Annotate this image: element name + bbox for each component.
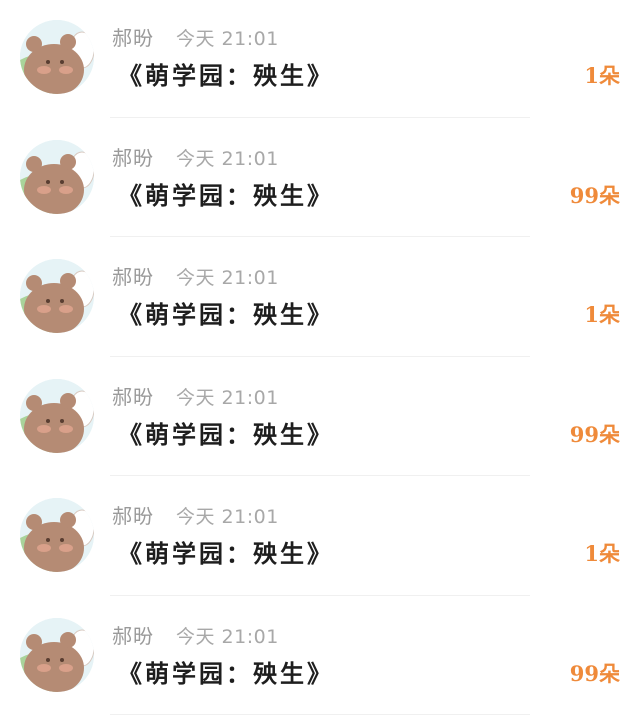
message-item[interactable]: 郝昐 今天 21:01 《萌学园：殃生》 99朵 xyxy=(0,598,640,718)
timestamp: 今天 21:01 xyxy=(176,386,279,409)
message-title: 《萌学园：殃生》 xyxy=(118,300,334,329)
message-title: 《萌学园：殃生》 xyxy=(118,180,334,210)
bear-avatar-icon[interactable] xyxy=(20,139,94,214)
bear-avatar-icon[interactable] xyxy=(20,617,94,692)
timestamp: 今天 21:01 xyxy=(176,267,279,289)
divider xyxy=(110,594,530,596)
username: 郝昐 xyxy=(112,384,154,409)
message-item[interactable]: 郝昐 今天 21:01 《萌学园：殃生》 99朵 xyxy=(0,359,640,479)
bear-avatar-icon[interactable] xyxy=(20,498,94,572)
username: 郝昐 xyxy=(112,265,154,289)
timestamp: 今天 21:01 xyxy=(176,28,279,50)
username: 郝昐 xyxy=(112,145,154,170)
timestamp: 今天 21:01 xyxy=(176,625,279,648)
message-title: 《萌学园：殃生》 xyxy=(118,539,334,568)
gift-count: 99朵 xyxy=(569,660,620,686)
message-title: 《萌学园：殃生》 xyxy=(118,61,334,90)
divider xyxy=(110,714,530,715)
message-item[interactable]: 郝昐 今天 21:01 《萌学园：殃生》 99朵 xyxy=(0,120,640,240)
divider xyxy=(110,475,530,476)
bear-avatar-icon[interactable] xyxy=(20,259,94,333)
message-item[interactable]: 郝昐 今天 21:01 《萌学园：殃生》 1朵 xyxy=(0,239,640,359)
gift-count: 1朵 xyxy=(584,302,620,327)
bear-avatar-icon[interactable] xyxy=(20,378,94,453)
message-item[interactable]: 郝昐 今天 21:01 《萌学园：殃生》 1朵 xyxy=(0,478,640,598)
gift-count: 1朵 xyxy=(584,541,620,566)
gift-count: 99朵 xyxy=(569,182,620,208)
username: 郝昐 xyxy=(112,26,154,50)
gift-count: 1朵 xyxy=(584,63,620,88)
message-list: 郝昐 今天 21:01 《萌学园：殃生》 1朵 郝昐 今天 21:01 《萌学园… xyxy=(0,0,640,728)
divider xyxy=(110,236,530,237)
gift-count: 99朵 xyxy=(569,421,620,447)
username: 郝昐 xyxy=(112,623,154,648)
bear-avatar-icon[interactable] xyxy=(20,20,94,94)
username: 郝昐 xyxy=(112,504,154,528)
divider xyxy=(110,355,530,357)
timestamp: 今天 21:01 xyxy=(176,147,279,170)
divider xyxy=(110,116,530,118)
message-item[interactable]: 郝昐 今天 21:01 《萌学园：殃生》 1朵 xyxy=(0,0,640,120)
message-title: 《萌学园：殃生》 xyxy=(118,419,334,449)
timestamp: 今天 21:01 xyxy=(176,506,279,528)
message-title: 《萌学园：殃生》 xyxy=(118,658,334,688)
